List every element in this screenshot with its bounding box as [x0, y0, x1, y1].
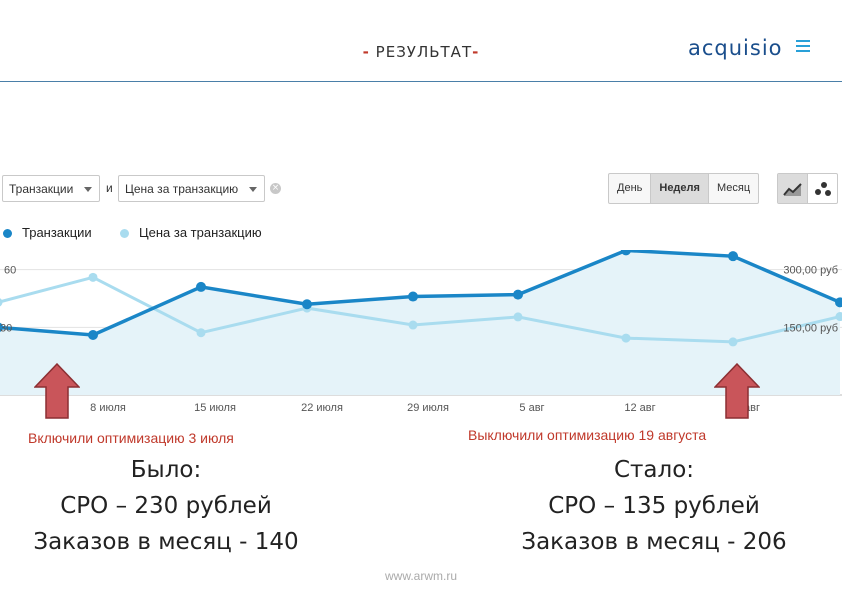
series1-point[interactable]: [88, 330, 98, 341]
chevron-down-icon: [249, 187, 257, 192]
period-selector: День Неделя Месяц: [608, 173, 760, 204]
before-block: Было: CPO – 230 рублей Заказов в месяц -…: [10, 452, 322, 560]
x-tick-label: 15 июля: [194, 402, 236, 414]
series1-point[interactable]: [196, 281, 206, 292]
caption-enabled: Включили оптимизацию 3 июля: [28, 430, 234, 446]
series2-swatch: [120, 229, 129, 238]
footer-url: www.arwm.ru: [384, 569, 457, 583]
title-text: РЕЗУЛЬТАТ: [375, 43, 473, 61]
view-switcher: [777, 173, 838, 204]
legend-series2: Цена за транзакцию: [139, 225, 262, 240]
header-divider: [0, 81, 842, 82]
after-orders: Заказов в месяц - 206: [521, 529, 787, 555]
arrow-up-icon: [34, 363, 80, 419]
period-week-button[interactable]: Неделя: [651, 174, 709, 203]
metric2-label: Цена за транзакцию: [125, 182, 239, 196]
y-right-tick-label: 150,00 руб: [783, 322, 838, 334]
before-heading: Было:: [130, 457, 202, 483]
y-right-tick-label: 300,00 руб: [783, 265, 838, 277]
title-dash-right: -: [472, 43, 480, 61]
series1-point[interactable]: [513, 289, 523, 300]
series2-point[interactable]: [196, 328, 206, 338]
title-dash-left: -: [362, 43, 370, 61]
x-tick-label: 5 авг: [519, 402, 544, 414]
clear-icon[interactable]: ×: [270, 183, 281, 194]
series2-point[interactable]: [621, 333, 631, 343]
logo-lines-icon: [796, 40, 810, 55]
caption-disabled: Выключили оптимизацию 19 августа: [468, 427, 707, 443]
series2-point[interactable]: [88, 272, 98, 282]
line-chart-icon[interactable]: [778, 174, 808, 203]
series2-point[interactable]: [728, 337, 738, 347]
x-tick-label: 12 авг: [624, 402, 655, 414]
arrow-up-icon: [714, 363, 760, 419]
period-month-button[interactable]: Месяц: [709, 174, 758, 203]
series1-swatch: [3, 229, 12, 238]
before-orders: Заказов в месяц - 140: [33, 529, 299, 555]
x-tick-label: 29 июля: [407, 402, 449, 414]
series2-point[interactable]: [513, 312, 523, 322]
legend-series1: Транзакции: [22, 225, 92, 240]
x-tick-label: 22 июля: [301, 402, 343, 414]
series1-point[interactable]: [728, 251, 738, 262]
period-day-button[interactable]: День: [609, 174, 652, 203]
after-cpo: CPO – 135 рублей: [548, 493, 760, 519]
metric2-dropdown[interactable]: Цена за транзакцию: [118, 175, 265, 202]
series1-point[interactable]: [302, 299, 312, 310]
motion-chart-icon[interactable]: [808, 174, 837, 203]
series2-point[interactable]: [408, 320, 418, 330]
after-block: Стало: CPO – 135 рублей Заказов в месяц …: [498, 452, 810, 560]
after-heading: Стало:: [613, 457, 695, 483]
acquisio-logo: acquisio: [688, 36, 783, 60]
x-tick-label: 8 июля: [90, 402, 126, 414]
series1-point[interactable]: [408, 291, 418, 302]
metric1-label: Транзакции: [9, 182, 74, 196]
before-cpo: CPO – 230 рублей: [60, 493, 272, 519]
metric1-dropdown[interactable]: Транзакции: [2, 175, 100, 202]
metric-connector: и: [106, 181, 113, 195]
chevron-down-icon: [84, 187, 92, 192]
y-left-tick-label: 60: [4, 265, 16, 277]
y-left-tick-label: 30: [0, 322, 12, 334]
